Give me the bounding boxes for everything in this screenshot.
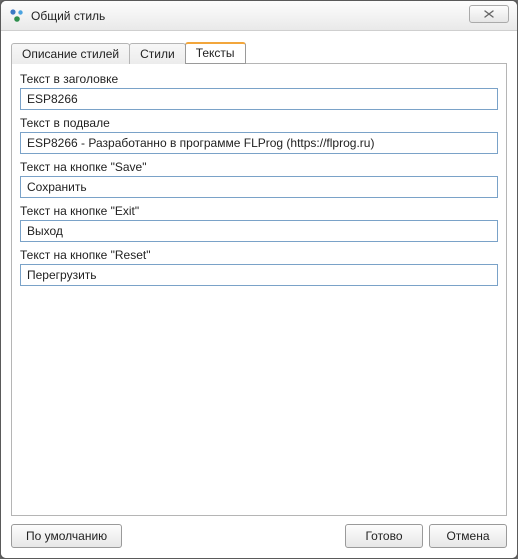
input-reset-text[interactable] <box>20 264 498 286</box>
input-save-text[interactable] <box>20 176 498 198</box>
tab-panel-texts: Текст в заголовке Текст в подвале Текст … <box>11 63 507 516</box>
close-button[interactable] <box>469 5 509 23</box>
tab-style-descriptions[interactable]: Описание стилей <box>11 43 130 64</box>
dialog-button-row: По умолчанию Готово Отмена <box>11 516 507 548</box>
tab-texts[interactable]: Тексты <box>185 42 246 64</box>
tab-strip: Описание стилей Стили Тексты <box>11 39 507 63</box>
dialog-window: Общий стиль Описание стилей Стили Тексты… <box>0 0 518 559</box>
input-footer-text[interactable] <box>20 132 498 154</box>
defaults-button[interactable]: По умолчанию <box>11 524 122 548</box>
client-area: Описание стилей Стили Тексты Текст в заг… <box>1 31 517 558</box>
cancel-button[interactable]: Отмена <box>429 524 507 548</box>
title-bar: Общий стиль <box>1 1 517 31</box>
label-reset-text: Текст на кнопке "Reset" <box>20 248 498 262</box>
tab-styles[interactable]: Стили <box>129 43 186 64</box>
window-title: Общий стиль <box>31 9 469 23</box>
ok-button[interactable]: Готово <box>345 524 423 548</box>
input-header-text[interactable] <box>20 88 498 110</box>
label-header-text: Текст в заголовке <box>20 72 498 86</box>
label-save-text: Текст на кнопке "Save" <box>20 160 498 174</box>
label-exit-text: Текст на кнопке "Exit" <box>20 204 498 218</box>
label-footer-text: Текст в подвале <box>20 116 498 130</box>
input-exit-text[interactable] <box>20 220 498 242</box>
app-icon <box>9 8 25 24</box>
